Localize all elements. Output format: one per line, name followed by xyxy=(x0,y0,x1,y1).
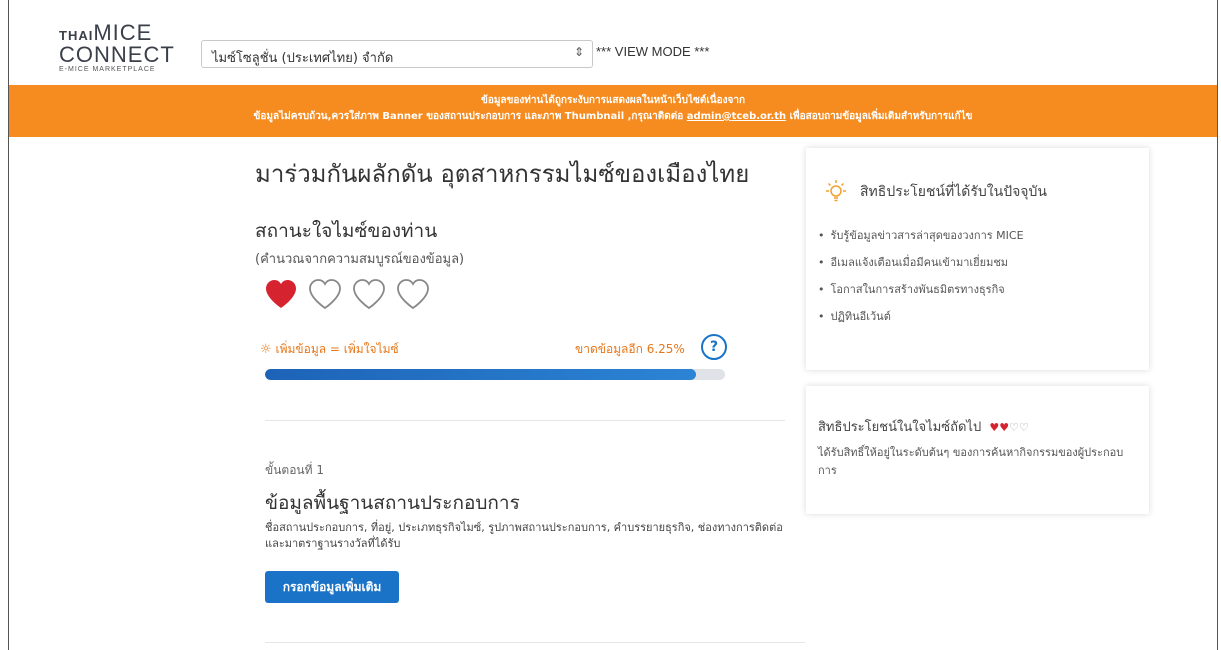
banner-line1: ข้อมูลของท่านได้ถูกระงับการแสดงผลในหน้าเ… xyxy=(480,95,745,106)
tip-label: เพิ่มข้อมูล = เพิ่มใจไมซ์ xyxy=(275,342,399,356)
divider xyxy=(265,420,785,421)
current-benefits-list: รับรู้ข้อมูลข่าวสารล่าสุดของวงการ MICE อ… xyxy=(818,226,1024,334)
next-benefits-description: ได้รับสิทธิ์ให้อยู่ในระดับต้นๆ ของการค้น… xyxy=(818,446,1124,477)
filled-hearts: ♥♥ xyxy=(989,421,1010,434)
empty-hearts: ♡♡ xyxy=(1009,421,1029,434)
warning-banner: ข้อมูลของท่านได้ถูกระงับการแสดงผลในหน้าเ… xyxy=(9,85,1217,137)
heart-empty-icon xyxy=(309,279,341,310)
step-description: ชื่อสถานประกอบการ, ที่อยู่, ประเภทธุรกิจ… xyxy=(265,521,783,550)
company-select[interactable]: ไมซ์โซลูชั่น (ประเทศไทย) จำกัด ⇕ xyxy=(201,40,593,68)
status-subtitle: (คำนวณจากความสมบูรณ์ของข้อมูล) xyxy=(255,252,465,267)
heart-empty-icon xyxy=(397,279,429,310)
mini-hearts-icon: ♥♥♡♡ xyxy=(989,421,1028,434)
progress-bar xyxy=(265,369,725,380)
step-title: ข้อมูลพื้นฐานสถานประกอบการ xyxy=(265,492,520,514)
header: THAIMICE CONNECT E-MICE MARKETPLACE ไมซ์… xyxy=(9,0,1217,74)
list-item: ปฏิทินอีเว้นต์ xyxy=(818,307,1024,334)
logo-text-tagline: E-MICE MARKETPLACE xyxy=(59,66,156,73)
logo-text-connect: CONNECT xyxy=(59,42,175,67)
heart-empty-icon xyxy=(353,279,385,310)
lightbulb-icon xyxy=(826,180,846,202)
select-arrows-icon: ⇕ xyxy=(573,45,584,59)
company-select-value: ไมซ์โซลูชั่น (ประเทศไทย) จำกัด xyxy=(212,51,394,66)
lightbulb-icon: ☼ xyxy=(260,342,272,357)
next-benefits-header: สิทธิประโยชน์ในใจไมซ์ถัดไป ♥♥♡♡ xyxy=(818,416,1029,437)
tip-text: ☼ เพิ่มข้อมูล = เพิ่มใจไมซ์ xyxy=(260,340,399,359)
step-number: ขั้นตอนที่ 1 xyxy=(265,463,324,477)
banner-text-suffix: เพื่อสอบถามข้อมูลเพิ่มเติมสำหรับการแก้ไข xyxy=(786,111,973,122)
list-item: อีเมลแจ้งเตือนเมื่อมีคนเข้ามาเยี่ยมชม xyxy=(818,253,1024,280)
divider xyxy=(265,642,805,643)
fill-more-info-button[interactable]: กรอกข้อมูลเพิ่มเติม xyxy=(265,571,399,603)
logo[interactable]: THAIMICE CONNECT E-MICE MARKETPLACE xyxy=(59,20,175,73)
banner-line2: ข้อมูลไม่ครบถ้วน,ควรใส่ภาพ Banner ของสถา… xyxy=(9,109,1217,125)
current-benefits-card: สิทธิประโยชน์ที่ได้รับในปัจจุบัน รับรู้ข… xyxy=(806,148,1149,370)
logo-text-thai: THAI xyxy=(59,28,94,43)
page-title: มาร่วมกันผลักดัน อุตสาหกรรมไมซ์ของเมืองไ… xyxy=(255,160,750,188)
status-title: สถานะใจไมซ์ของท่าน xyxy=(255,220,438,242)
contact-email-link[interactable]: admin@tceb.or.th xyxy=(687,111,786,122)
list-item: โอกาสในการสร้างพันธมิตรทางธุรกิจ xyxy=(818,280,1024,307)
next-benefits-card: สิทธิประโยชน์ในใจไมซ์ถัดไป ♥♥♡♡ ได้รับสิ… xyxy=(806,386,1149,514)
view-mode-label: *** VIEW MODE *** xyxy=(596,44,710,59)
progress-fill xyxy=(265,369,697,380)
next-benefits-title: สิทธิประโยชน์ในใจไมซ์ถัดไป xyxy=(818,420,982,435)
help-icon[interactable]: ? xyxy=(701,334,727,360)
current-benefits-header: สิทธิประโยชน์ที่ได้รับในปัจจุบัน xyxy=(822,178,1047,206)
list-item: รับรู้ข้อมูลข่าวสารล่าสุดของวงการ MICE xyxy=(818,226,1024,253)
banner-text: ข้อมูลไม่ครบถ้วน,ควรใส่ภาพ Banner ของสถา… xyxy=(253,111,687,122)
page-frame: THAIMICE CONNECT E-MICE MARKETPLACE ไมซ์… xyxy=(8,0,1218,650)
heart-filled-icon xyxy=(266,280,296,308)
hearts-rating xyxy=(263,278,431,312)
current-benefits-title: สิทธิประโยชน์ที่ได้รับในปัจจุบัน xyxy=(860,184,1047,200)
main-content: มาร่วมกันผลักดัน อุตสาหกรรมไมซ์ของเมืองไ… xyxy=(255,150,805,643)
missing-data-text: ขาดข้อมูลอีก 6.25% xyxy=(575,342,685,356)
